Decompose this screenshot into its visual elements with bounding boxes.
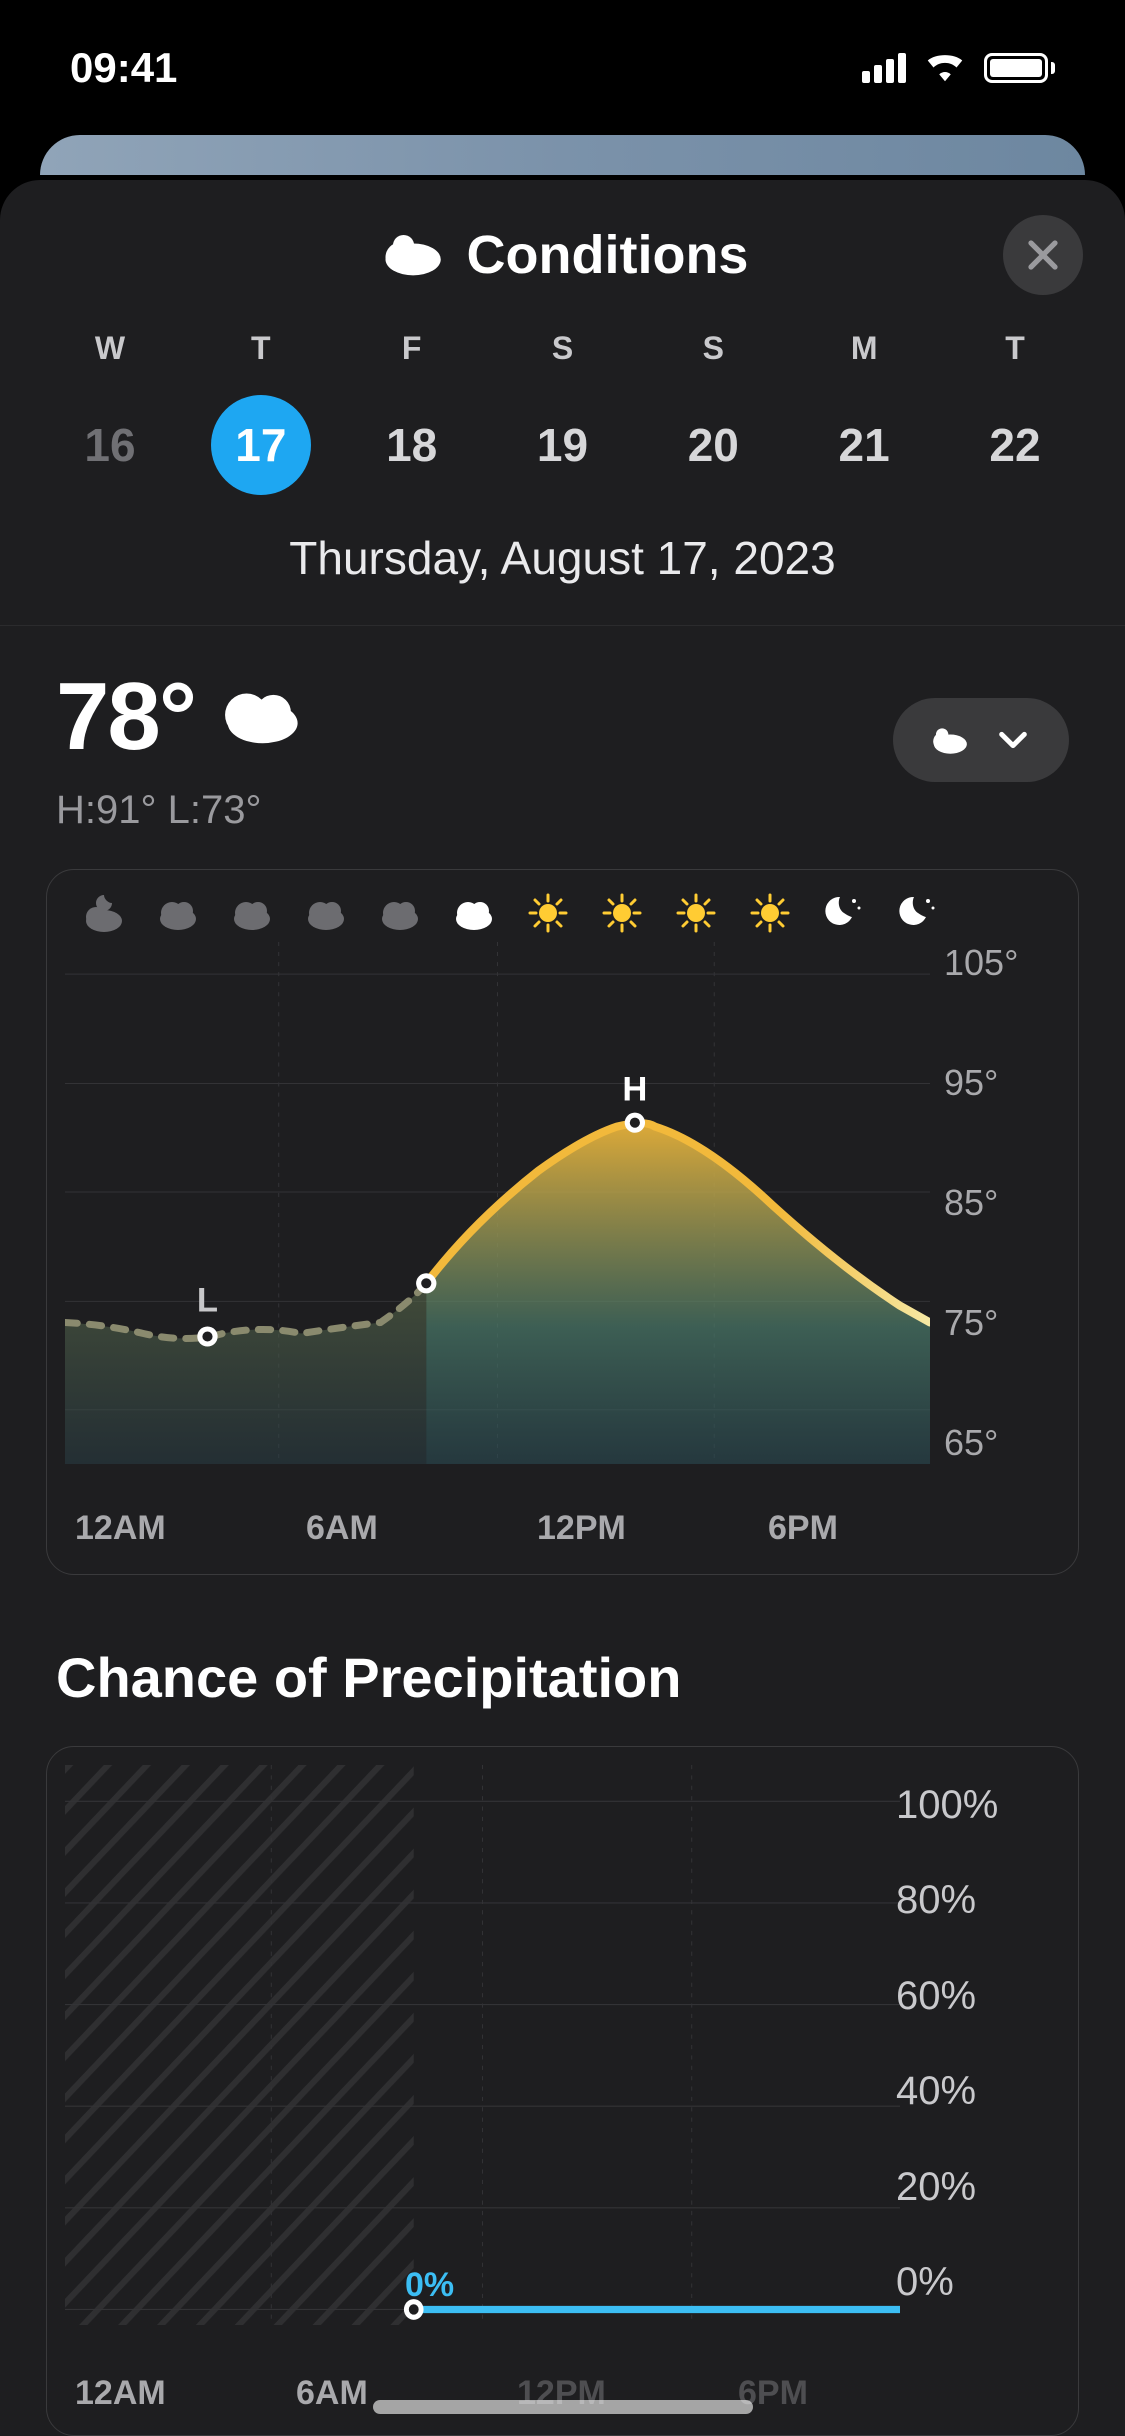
y-tick: 0% <box>896 2260 1056 2305</box>
day-label: T <box>965 330 1065 367</box>
battery-icon <box>984 53 1055 83</box>
y-tick: 100% <box>896 1783 1056 1828</box>
day-label: F <box>362 330 462 367</box>
x-tick: 6AM <box>306 1509 456 1548</box>
day-selector: W T F S S M T 16 17 18 19 20 21 22 Thurs… <box>0 330 1125 585</box>
x-tick: 6PM <box>768 1509 918 1548</box>
day-numbers: 16 17 18 19 20 21 22 <box>20 395 1105 495</box>
x-tick: 12PM <box>537 1509 687 1548</box>
day-label: M <box>814 330 914 367</box>
y-tick: 60% <box>896 1974 1056 2019</box>
cloud-icon <box>145 888 211 938</box>
day-22[interactable]: 22 <box>965 395 1065 495</box>
y-tick: 20% <box>896 2165 1056 2210</box>
sun-icon <box>737 888 803 938</box>
day-18[interactable]: 18 <box>362 395 462 495</box>
chart-y-axis: 105° 95° 85° 75° 65° <box>944 942 1074 1464</box>
day-label: T <box>211 330 311 367</box>
sheet-title: Conditions <box>467 224 749 286</box>
status-bar: 09:41 <box>0 0 1125 135</box>
y-tick: 75° <box>944 1302 1074 1344</box>
y-tick: 95° <box>944 1062 1074 1104</box>
conditions-sheet: Conditions W T F S S M T 16 17 18 19 20 … <box>0 180 1125 2436</box>
y-tick: 40% <box>896 2069 1056 2114</box>
title-wrap: Conditions <box>377 224 749 286</box>
chart-x-axis: 12AM 6AM 12PM 6PM <box>65 1509 928 1548</box>
home-indicator[interactable] <box>373 2400 753 2414</box>
cloud-icon <box>217 683 303 752</box>
status-time: 09:41 <box>70 44 177 92</box>
close-icon <box>1025 237 1061 273</box>
day-21[interactable]: 21 <box>814 395 914 495</box>
x-tick: 12AM <box>75 2374 225 2413</box>
night-clear-icon <box>885 888 951 938</box>
sheet-header: Conditions <box>0 180 1125 330</box>
y-tick: 105° <box>944 942 1074 984</box>
day-labels: W T F S S M T <box>20 330 1105 367</box>
day-label: W <box>60 330 160 367</box>
precipitation-chart[interactable]: 0% 100% 80% 60% 40% 20% 0% 12AM 6AM 12PM… <box>46 1746 1079 2436</box>
cloud-icon <box>293 888 359 938</box>
temperature-summary: 78° H:91° L:73° <box>0 626 1125 833</box>
sun-icon <box>589 888 655 938</box>
sun-icon <box>515 888 581 938</box>
status-indicators <box>862 44 1055 92</box>
night-cloud-icon <box>71 888 137 938</box>
current-temperature: 78° <box>56 662 195 772</box>
day-17[interactable]: 17 <box>211 395 311 495</box>
x-tick: 6PM <box>738 2374 888 2413</box>
cloud-icon <box>927 723 971 757</box>
cloud-icon <box>367 888 433 938</box>
y-tick: 80% <box>896 1878 1056 1923</box>
close-button[interactable] <box>1003 215 1083 295</box>
night-clear-icon <box>811 888 877 938</box>
precipitation-title: Chance of Precipitation <box>0 1575 1125 1710</box>
day-19[interactable]: 19 <box>512 395 612 495</box>
temperature-chart-area: H L <box>65 942 1060 1464</box>
cloud-icon <box>377 228 445 283</box>
cloud-icon <box>441 888 507 938</box>
temperature-chart[interactable]: H L 105° 95° 85° 75° 65° 12AM 6AM 12PM 6… <box>46 869 1079 1575</box>
y-tick: 85° <box>944 1182 1074 1224</box>
hourly-condition-icons <box>65 888 1060 938</box>
day-label: S <box>663 330 763 367</box>
day-20[interactable]: 20 <box>663 395 763 495</box>
sun-icon <box>663 888 729 938</box>
precipitation-now-value: 0% <box>405 2266 454 2305</box>
wifi-icon <box>922 44 968 92</box>
x-tick: 12AM <box>75 1509 225 1548</box>
y-tick: 65° <box>944 1422 1074 1464</box>
high-marker-label: H <box>622 1071 647 1109</box>
day-16[interactable]: 16 <box>60 395 160 495</box>
conditions-metric-picker[interactable] <box>893 698 1069 782</box>
precip-y-axis: 100% 80% 60% 40% 20% 0% <box>896 1783 1056 2305</box>
chevron-down-icon <box>991 723 1035 757</box>
selected-full-date: Thursday, August 17, 2023 <box>20 531 1105 585</box>
high-low-temperature: H:91° L:73° <box>56 788 303 833</box>
background-sheet-peek <box>40 135 1085 175</box>
cellular-signal-icon <box>862 53 906 83</box>
cloud-icon <box>219 888 285 938</box>
day-label: S <box>512 330 612 367</box>
